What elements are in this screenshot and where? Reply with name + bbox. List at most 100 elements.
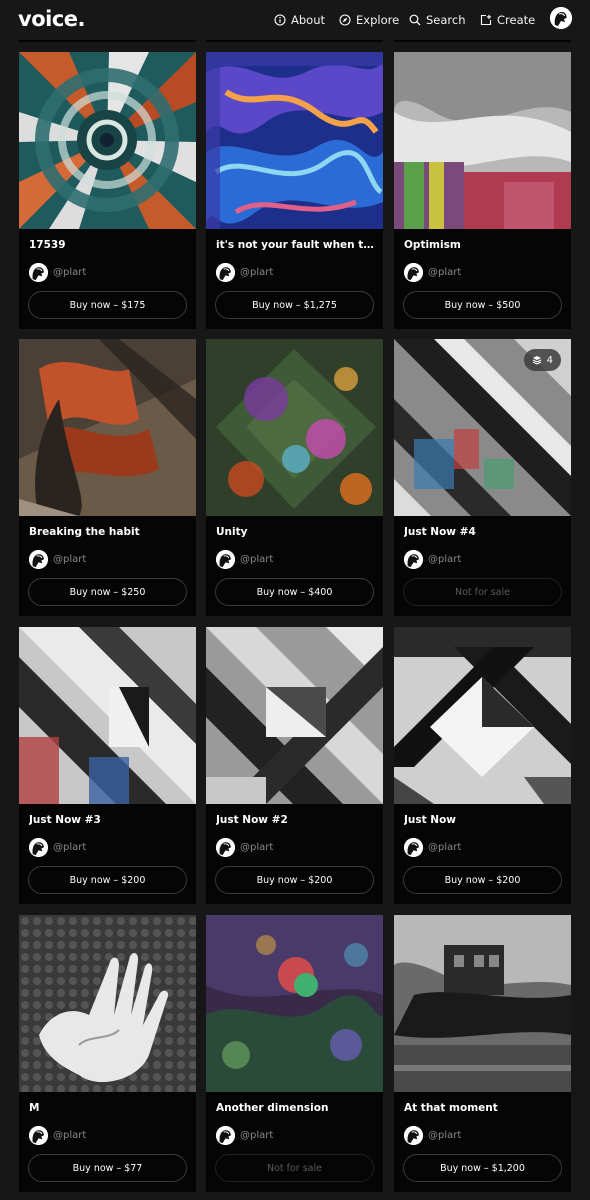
artwork-card[interactable]: M @plart Buy now – $77: [19, 915, 196, 1192]
owner[interactable]: @plart: [216, 262, 273, 282]
artwork-card[interactable]: Just Now #3 @plart Buy now – $200: [19, 627, 196, 904]
owner-handle[interactable]: @plart: [428, 1130, 461, 1141]
artwork-title: Unity: [216, 526, 248, 538]
owner-avatar[interactable]: [216, 1125, 235, 1145]
artwork-card[interactable]: Just Now @plart Buy now – $200: [394, 627, 571, 904]
owner[interactable]: @plart: [404, 1125, 461, 1145]
buy-now-button[interactable]: Buy now – $200: [28, 866, 187, 894]
artwork-card[interactable]: Just Now #2 @plart Buy now – $200: [206, 627, 383, 904]
artwork-title: Just Now: [404, 814, 457, 826]
artwork-title: At that moment: [404, 1102, 498, 1114]
artwork-title: Just Now #4: [404, 526, 476, 538]
avatar-icon: [550, 7, 572, 29]
owner-handle[interactable]: @plart: [53, 554, 86, 565]
artwork-title: Just Now #3: [29, 814, 101, 826]
owner-avatar[interactable]: [29, 837, 48, 857]
owner[interactable]: @plart: [216, 1125, 273, 1145]
nav-search-label: Search: [426, 13, 466, 27]
buy-now-button[interactable]: Buy now – $1,200: [403, 1154, 562, 1182]
artwork-image[interactable]: 4: [394, 339, 571, 516]
nav-about[interactable]: About: [274, 10, 325, 30]
artwork-card[interactable]: 4 Just Now #4 @plart Not for sale: [394, 339, 571, 616]
buy-now-button[interactable]: Buy now – $200: [403, 866, 562, 894]
buy-now-button[interactable]: Buy now – $175: [28, 291, 187, 319]
owner[interactable]: @plart: [29, 1125, 86, 1145]
artwork-title: Optimism: [404, 239, 461, 251]
edition-count: 4: [546, 354, 553, 366]
not-for-sale-button: Not for sale: [215, 1154, 374, 1182]
owner-handle[interactable]: @plart: [428, 267, 461, 278]
nav-explore-label: Explore: [356, 13, 400, 27]
user-avatar[interactable]: [550, 7, 572, 29]
nav-create[interactable]: Create: [480, 10, 535, 30]
artwork-card[interactable]: Optimism @plart Buy now – $500: [394, 52, 571, 329]
owner-handle[interactable]: @plart: [240, 554, 273, 565]
artwork-card[interactable]: 17539 @plart Buy now – $175: [19, 52, 196, 329]
nav-explore[interactable]: Explore: [339, 10, 399, 30]
buy-now-button[interactable]: Buy now – $1,275: [215, 291, 374, 319]
owner-avatar[interactable]: [216, 549, 235, 569]
artwork-image[interactable]: [206, 52, 383, 229]
buy-now-button[interactable]: Buy now – $250: [28, 578, 187, 606]
owner-avatar[interactable]: [404, 549, 423, 569]
owner[interactable]: @plart: [216, 549, 273, 569]
owner-handle[interactable]: @plart: [240, 1130, 273, 1141]
owner-handle[interactable]: @plart: [53, 842, 86, 853]
artwork-card[interactable]: At that moment @plart Buy now – $1,200: [394, 915, 571, 1192]
buy-now-button[interactable]: Buy now – $200: [215, 866, 374, 894]
artwork-title: Breaking the habit: [29, 526, 140, 538]
artwork-image[interactable]: [19, 339, 196, 516]
artwork-title: Just Now #2: [216, 814, 288, 826]
artwork-image[interactable]: [19, 627, 196, 804]
owner[interactable]: @plart: [29, 262, 86, 282]
nav-search[interactable]: Search: [409, 10, 466, 30]
owner[interactable]: @plart: [404, 837, 461, 857]
artwork-image[interactable]: [206, 339, 383, 516]
owner-avatar[interactable]: [29, 1125, 48, 1145]
owner-avatar[interactable]: [404, 262, 423, 282]
owner-avatar[interactable]: [29, 549, 48, 569]
owner-handle[interactable]: @plart: [240, 842, 273, 853]
artwork-title: it's not your fault when the...: [216, 239, 376, 251]
artwork-card[interactable]: Another dimension @plart Not for sale: [206, 915, 383, 1192]
owner-handle[interactable]: @plart: [240, 267, 273, 278]
artwork-image[interactable]: [206, 627, 383, 804]
search-icon: [409, 14, 421, 26]
owner[interactable]: @plart: [216, 837, 273, 857]
owner[interactable]: @plart: [404, 549, 461, 569]
owner-avatar[interactable]: [404, 837, 423, 857]
artwork-image[interactable]: [19, 52, 196, 229]
buy-now-button[interactable]: Buy now – $500: [403, 291, 562, 319]
nav-about-label: About: [291, 13, 326, 27]
not-for-sale-button: Not for sale: [403, 578, 562, 606]
artwork-card[interactable]: Unity @plart Buy now – $400: [206, 339, 383, 616]
voice-logo[interactable]: voice.: [18, 7, 85, 31]
owner-avatar[interactable]: [29, 262, 48, 282]
owner-avatar[interactable]: [216, 837, 235, 857]
owner-handle[interactable]: @plart: [428, 842, 461, 853]
buy-now-button[interactable]: Buy now – $77: [28, 1154, 187, 1182]
artwork-image[interactable]: [206, 915, 383, 1092]
owner-handle[interactable]: @plart: [53, 1130, 86, 1141]
top-navbar: voice. About Explore Search Create: [0, 0, 590, 40]
owner[interactable]: @plart: [29, 549, 86, 569]
artwork-image[interactable]: [19, 915, 196, 1092]
artwork-image[interactable]: [394, 52, 571, 229]
nav-create-label: Create: [497, 13, 536, 27]
info-icon: [274, 14, 286, 26]
owner-handle[interactable]: @plart: [53, 267, 86, 278]
owner[interactable]: @plart: [29, 837, 86, 857]
stack-icon: [532, 356, 541, 365]
artwork-image[interactable]: [394, 915, 571, 1092]
owner-avatar[interactable]: [216, 262, 235, 282]
artwork-card[interactable]: Breaking the habit @plart Buy now – $250: [19, 339, 196, 616]
compass-icon: [339, 14, 351, 26]
artwork-card[interactable]: it's not your fault when the... @plart B…: [206, 52, 383, 329]
artwork-image[interactable]: [394, 627, 571, 804]
owner[interactable]: @plart: [404, 262, 461, 282]
owner-handle[interactable]: @plart: [428, 554, 461, 565]
create-icon: [480, 14, 492, 26]
buy-now-button[interactable]: Buy now – $400: [215, 578, 374, 606]
artwork-title: M: [29, 1102, 40, 1114]
owner-avatar[interactable]: [404, 1125, 423, 1145]
